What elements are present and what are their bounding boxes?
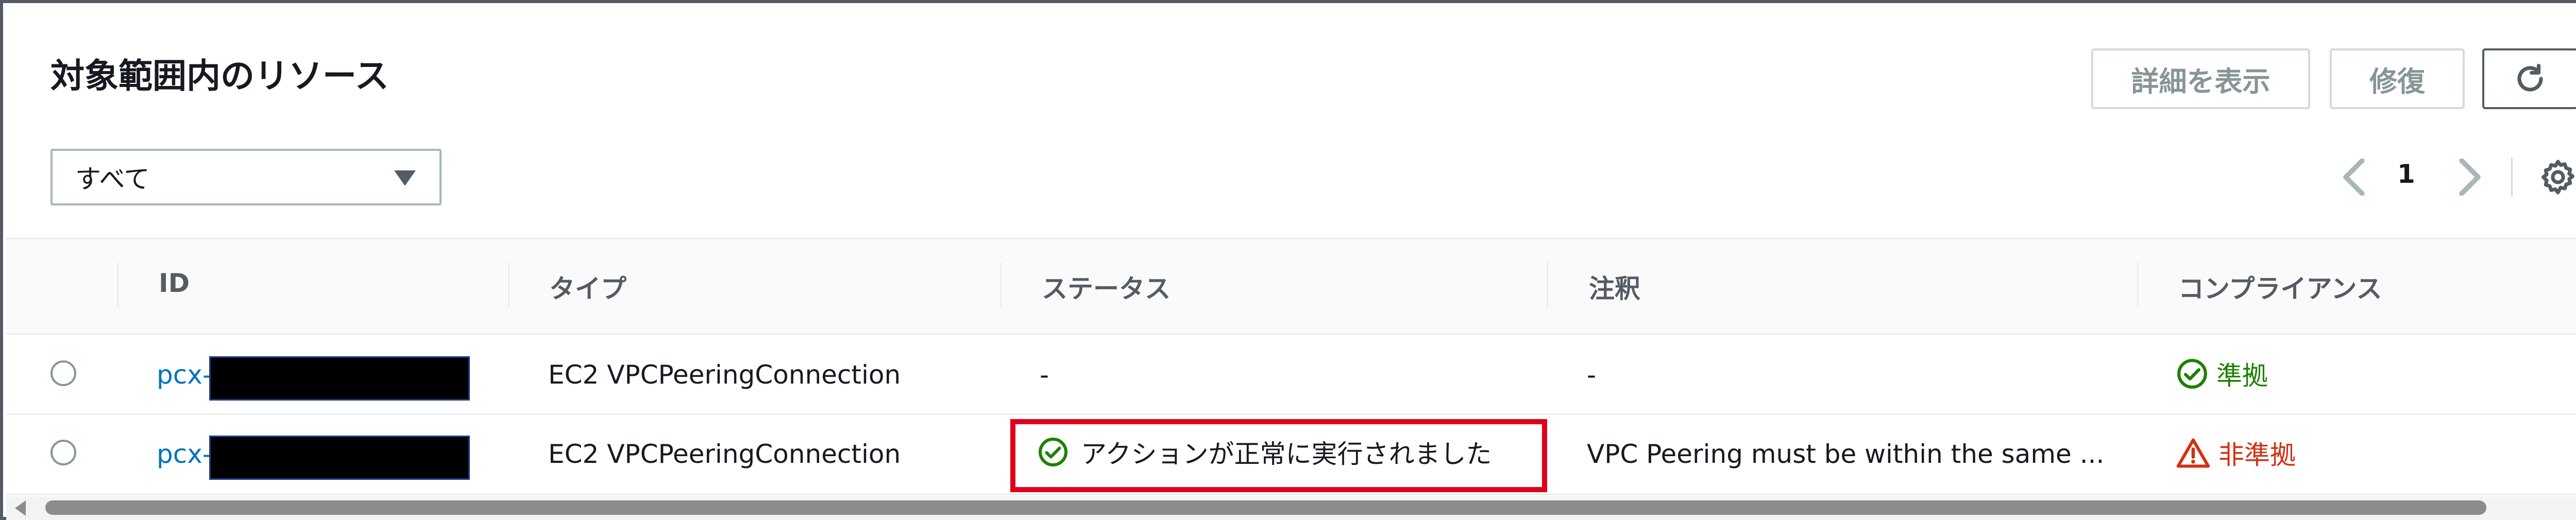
refresh-icon — [2517, 63, 2543, 92]
redacted-id — [209, 356, 470, 401]
caret-down-icon — [394, 170, 416, 186]
resource-type: EC2 VPCPeeringConnection — [548, 439, 901, 469]
row-select-radio[interactable] — [50, 360, 76, 386]
column-header-id[interactable]: ID — [159, 268, 190, 298]
compliance-status-badge: 準拠 — [2176, 355, 2268, 392]
compliance-label: 準拠 — [2216, 361, 2268, 391]
filter-selected-value: すべて — [75, 164, 150, 194]
scroll-left-arrow-icon[interactable] — [13, 500, 29, 516]
gear-icon[interactable] — [2538, 158, 2576, 197]
row-select-radio[interactable] — [50, 440, 76, 465]
current-page-number[interactable]: 1 — [2397, 159, 2415, 189]
warning-icon — [2176, 438, 2210, 468]
highlight-annotation-box — [1010, 419, 1547, 492]
compliance-filter-select[interactable]: すべて — [50, 149, 442, 205]
column-separator — [508, 263, 510, 307]
column-separator — [1000, 263, 1002, 307]
redacted-id — [209, 436, 470, 480]
compliance-label: 非準拠 — [2218, 440, 2296, 470]
column-header-annotation[interactable]: 注釈 — [1589, 268, 1640, 305]
pager-divider — [2511, 158, 2513, 197]
refresh-button[interactable] — [2482, 48, 2576, 109]
resource-type: EC2 VPCPeeringConnection — [548, 360, 901, 390]
column-separator — [2137, 263, 2139, 307]
resource-id-link[interactable]: pcx- — [157, 439, 212, 469]
scrollbar-thumb[interactable] — [45, 500, 2486, 515]
check-circle-icon — [2177, 359, 2207, 389]
resource-id-link[interactable]: pcx- — [157, 360, 212, 390]
compliance-status-badge: 非準拠 — [2176, 435, 2296, 472]
column-header-type[interactable]: タイプ — [549, 268, 626, 305]
chevron-left-icon[interactable] — [2340, 159, 2368, 196]
column-separator — [117, 263, 118, 307]
chevron-right-icon[interactable] — [2455, 159, 2484, 196]
column-header-status[interactable]: ステータス — [1042, 268, 1171, 305]
resources-in-scope-panel: 対象範囲内のリソース 詳細を表示 修復 すべて 1 ID タイプ ステータス 注… — [0, 0, 2576, 520]
column-separator — [1547, 263, 1548, 307]
panel-title: 対象範囲内のリソース — [50, 56, 389, 96]
repair-button[interactable]: 修復 — [2330, 48, 2465, 109]
annotation: VPC Peering must be within the same ... — [1587, 439, 2105, 469]
remediation-status: - — [1040, 360, 1049, 390]
annotation: - — [1587, 360, 1597, 390]
view-details-button[interactable]: 詳細を表示 — [2091, 48, 2310, 109]
column-header-compliance[interactable]: コンプライアンス — [2178, 268, 2382, 305]
